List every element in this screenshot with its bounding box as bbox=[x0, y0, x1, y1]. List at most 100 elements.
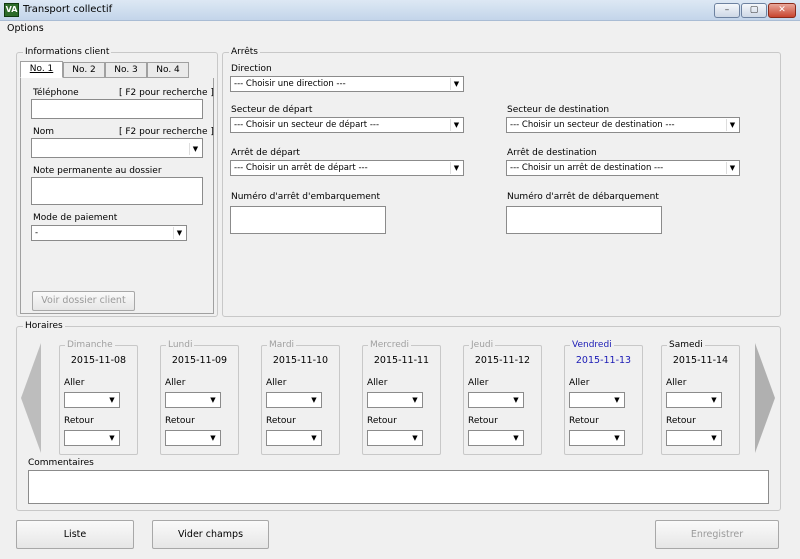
chevron-down-icon[interactable]: ▼ bbox=[611, 432, 623, 444]
chevron-down-icon[interactable]: ▼ bbox=[510, 432, 522, 444]
boarding-stop-input[interactable] bbox=[230, 206, 386, 234]
day-saturday: Samedi 2015-11-14 Aller ▼ Retour ▼ bbox=[661, 340, 740, 455]
dest-sector-label: Secteur de destination bbox=[507, 105, 610, 115]
chevron-down-icon[interactable]: ▼ bbox=[726, 162, 738, 174]
menu-options[interactable]: Options bbox=[7, 23, 44, 34]
menu-bar: Options bbox=[0, 21, 800, 36]
next-week-button[interactable] bbox=[753, 343, 777, 453]
chevron-right-icon[interactable] bbox=[753, 343, 777, 453]
retour-label: Retour bbox=[165, 416, 195, 426]
comments-label: Commentaires bbox=[28, 458, 94, 468]
day-wednesday: Mercredi 2015-11-11 Aller ▼ Retour ▼ bbox=[362, 340, 441, 455]
dep-sector-label: Secteur de départ bbox=[231, 105, 313, 115]
retour-select[interactable]: ▼ bbox=[64, 430, 120, 446]
day-name: Vendredi bbox=[570, 340, 614, 350]
window-title: Transport collectif bbox=[23, 4, 113, 15]
chevron-down-icon[interactable]: ▼ bbox=[308, 394, 320, 406]
day-monday: Lundi 2015-11-09 Aller ▼ Retour ▼ bbox=[160, 340, 239, 455]
chevron-down-icon[interactable]: ▼ bbox=[450, 162, 462, 174]
chevron-down-icon[interactable]: ▼ bbox=[308, 432, 320, 444]
day-date: 2015-11-08 bbox=[70, 355, 127, 366]
minimize-button[interactable]: – bbox=[714, 3, 740, 18]
day-name: Lundi bbox=[166, 340, 195, 350]
chevron-down-icon[interactable]: ▼ bbox=[409, 394, 421, 406]
schedule-legend: Horaires bbox=[25, 321, 63, 331]
retour-select[interactable]: ▼ bbox=[266, 430, 322, 446]
aller-select[interactable]: ▼ bbox=[367, 392, 423, 408]
retour-select[interactable]: ▼ bbox=[165, 430, 221, 446]
aller-label: Aller bbox=[367, 378, 388, 388]
dep-stop-select[interactable]: --- Choisir un arrêt de départ --- ▼ bbox=[230, 160, 464, 176]
note-label: Note permanente au dossier bbox=[33, 166, 162, 176]
chevron-down-icon[interactable]: ▼ bbox=[510, 394, 522, 406]
title-bar[interactable]: VA Transport collectif – ▢ ✕ bbox=[0, 0, 800, 21]
chevron-down-icon[interactable]: ▼ bbox=[708, 394, 720, 406]
chevron-down-icon[interactable]: ▼ bbox=[173, 227, 185, 239]
tab-client-4[interactable]: No. 4 bbox=[147, 62, 189, 78]
dest-stop-select[interactable]: --- Choisir un arrêt de destination --- ▼ bbox=[506, 160, 740, 176]
day-date: 2015-11-09 bbox=[171, 355, 228, 366]
dest-sector-select[interactable]: --- Choisir un secteur de destination --… bbox=[506, 117, 740, 133]
dep-sector-select[interactable]: --- Choisir un secteur de départ --- ▼ bbox=[230, 117, 464, 133]
chevron-down-icon[interactable]: ▼ bbox=[106, 432, 118, 444]
dest-stop-label: Arrêt de destination bbox=[507, 148, 597, 158]
app-icon: VA bbox=[4, 3, 19, 17]
phone-hint: [ F2 pour recherche ] bbox=[119, 88, 214, 98]
direction-label: Direction bbox=[231, 64, 272, 74]
retour-select[interactable]: ▼ bbox=[569, 430, 625, 446]
prev-week-button[interactable] bbox=[19, 343, 43, 453]
aller-select[interactable]: ▼ bbox=[165, 392, 221, 408]
chevron-down-icon[interactable]: ▼ bbox=[207, 394, 219, 406]
phone-input[interactable] bbox=[31, 99, 203, 119]
alighting-stop-input[interactable] bbox=[506, 206, 662, 234]
retour-label: Retour bbox=[367, 416, 397, 426]
chevron-down-icon[interactable]: ▼ bbox=[409, 432, 421, 444]
direction-select[interactable]: --- Choisir une direction --- ▼ bbox=[230, 76, 464, 92]
day-date: 2015-11-13 bbox=[575, 355, 632, 366]
aller-select[interactable]: ▼ bbox=[468, 392, 524, 408]
retour-select[interactable]: ▼ bbox=[666, 430, 722, 446]
close-button[interactable]: ✕ bbox=[768, 3, 796, 18]
chevron-down-icon[interactable]: ▼ bbox=[611, 394, 623, 406]
day-name: Jeudi bbox=[469, 340, 496, 350]
retour-label: Retour bbox=[266, 416, 296, 426]
chevron-down-icon[interactable]: ▼ bbox=[450, 78, 462, 90]
clear-fields-button[interactable]: Vider champs bbox=[152, 520, 269, 549]
payment-select[interactable]: - ▼ bbox=[31, 225, 187, 241]
tab-client-1[interactable]: No. 1 bbox=[20, 61, 63, 78]
aller-select[interactable]: ▼ bbox=[64, 392, 120, 408]
retour-label: Retour bbox=[468, 416, 498, 426]
name-combobox[interactable]: ▼ bbox=[31, 138, 203, 158]
aller-select[interactable]: ▼ bbox=[569, 392, 625, 408]
save-button[interactable]: Enregistrer bbox=[655, 520, 779, 549]
chevron-down-icon[interactable]: ▼ bbox=[207, 432, 219, 444]
aller-label: Aller bbox=[266, 378, 287, 388]
aller-select[interactable]: ▼ bbox=[266, 392, 322, 408]
retour-select[interactable]: ▼ bbox=[367, 430, 423, 446]
payment-label: Mode de paiement bbox=[33, 213, 118, 223]
day-date: 2015-11-12 bbox=[474, 355, 531, 366]
chevron-left-icon[interactable] bbox=[19, 343, 43, 453]
tab-client-3[interactable]: No. 3 bbox=[105, 62, 147, 78]
aller-select[interactable]: ▼ bbox=[666, 392, 722, 408]
chevron-down-icon[interactable]: ▼ bbox=[106, 394, 118, 406]
name-hint: [ F2 pour recherche ] bbox=[119, 127, 214, 137]
chevron-down-icon[interactable]: ▼ bbox=[726, 119, 738, 131]
retour-label: Retour bbox=[666, 416, 696, 426]
list-button[interactable]: Liste bbox=[16, 520, 134, 549]
retour-select[interactable]: ▼ bbox=[468, 430, 524, 446]
chevron-down-icon[interactable]: ▼ bbox=[450, 119, 462, 131]
tab-client-2[interactable]: No. 2 bbox=[63, 62, 105, 78]
boarding-stop-label: Numéro d'arrêt d'embarquement bbox=[231, 192, 381, 202]
day-name: Dimanche bbox=[65, 340, 115, 350]
chevron-down-icon[interactable]: ▼ bbox=[708, 432, 720, 444]
note-textarea[interactable] bbox=[31, 177, 203, 205]
phone-label: Téléphone bbox=[33, 88, 79, 98]
view-dossier-button[interactable]: Voir dossier client bbox=[32, 291, 135, 311]
chevron-down-icon[interactable]: ▼ bbox=[189, 143, 201, 155]
day-date: 2015-11-11 bbox=[373, 355, 430, 366]
comments-input[interactable] bbox=[28, 470, 769, 504]
day-name: Samedi bbox=[667, 340, 705, 350]
maximize-button[interactable]: ▢ bbox=[741, 3, 767, 18]
aller-label: Aller bbox=[165, 378, 186, 388]
